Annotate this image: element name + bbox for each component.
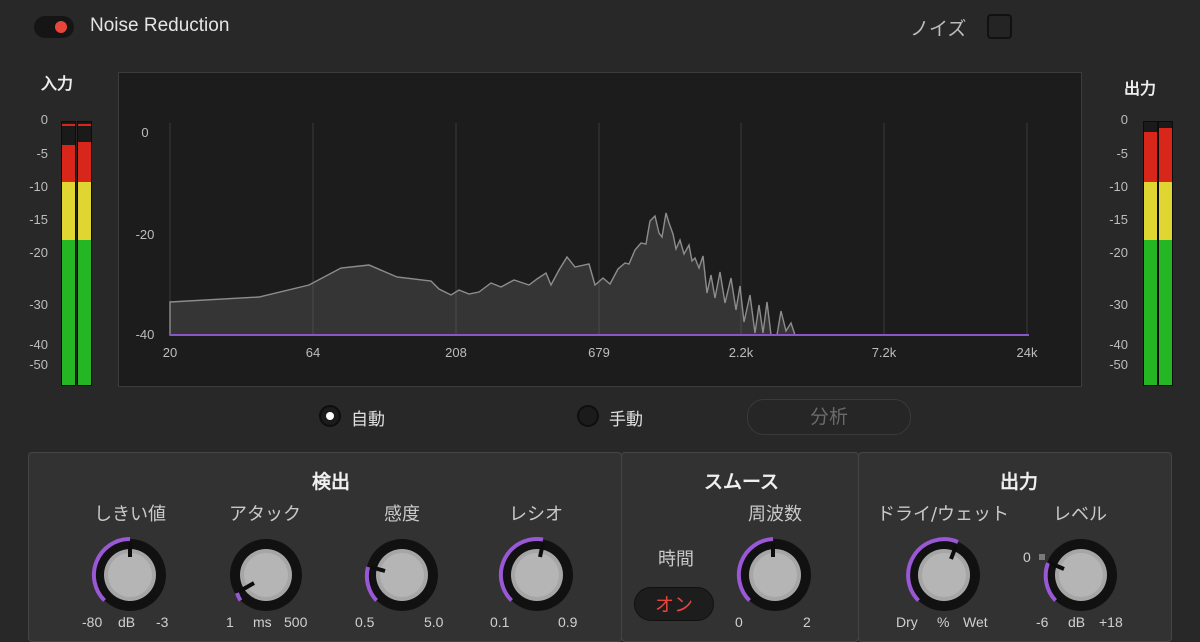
frequency-knob[interactable] <box>735 535 815 615</box>
plugin-title: Noise Reduction <box>90 15 230 36</box>
input-peak-right <box>78 124 91 126</box>
input-scale-tick: -20 <box>29 245 48 260</box>
attack-label: アタック <box>229 504 301 525</box>
spectrum-x-label: 2.2k <box>729 345 754 360</box>
level-min: -6 <box>1036 614 1049 630</box>
spectrum-svg: 0 -20 -40 20 64 208 679 2.2k 7.2k 24k <box>136 123 1038 360</box>
attack-knob[interactable] <box>226 535 306 615</box>
threshold-label: しきい値 <box>94 504 166 525</box>
threshold-min: -80 <box>82 614 103 630</box>
manual-radio[interactable] <box>577 405 599 427</box>
spectrum-y-label: -40 <box>136 327 155 342</box>
noise-label: ノイズ <box>910 18 967 40</box>
manual-label: 手動 <box>609 410 643 430</box>
spectrum-y-label: -20 <box>136 227 155 242</box>
analyze-button[interactable]: 分析 <box>747 399 911 435</box>
output-scale-tick: -5 <box>1116 146 1128 161</box>
spectrum-x-label: 679 <box>588 345 610 360</box>
input-scale-tick: -5 <box>36 146 48 161</box>
dry-wet-max: Wet <box>963 614 988 630</box>
output-section-title: 出力 <box>1000 471 1039 493</box>
time-on-button[interactable]: オン <box>634 587 714 621</box>
level-zero-mark: 0 <box>1023 549 1031 565</box>
dry-wet-min: Dry <box>896 614 918 630</box>
spectrum-x-label: 64 <box>306 345 320 360</box>
sensitivity-min: 0.5 <box>355 614 375 630</box>
level-label: レベル <box>1053 504 1107 525</box>
ratio-max: 0.9 <box>558 614 578 630</box>
spectrum-x-label: 208 <box>445 345 467 360</box>
dry-wet-knob[interactable] <box>904 535 984 615</box>
level-knob[interactable] <box>1041 535 1121 615</box>
spectrum-display: 0 -20 -40 20 64 208 679 2.2k 7.2k 24k <box>118 72 1082 387</box>
output-scale-tick: -15 <box>1109 212 1128 227</box>
input-meter-title: 入力 <box>41 74 74 93</box>
auto-label: 自動 <box>351 410 385 430</box>
input-scale-tick: -10 <box>29 179 48 194</box>
threshold-knob[interactable] <box>90 535 170 615</box>
output-meter-title: 出力 <box>1124 79 1157 98</box>
threshold-unit: dB <box>118 614 136 630</box>
noise-reduction-power-toggle[interactable] <box>34 16 74 38</box>
input-scale-tick: 0 <box>40 112 48 127</box>
output-meter-left <box>1143 121 1158 386</box>
ratio-knob[interactable] <box>497 535 577 615</box>
spectrum-x-label: 7.2k <box>872 345 897 360</box>
input-meter-left <box>61 121 76 386</box>
spectrum-y-label: 0 <box>141 125 148 140</box>
level-max: +18 <box>1099 614 1123 630</box>
detection-title: 検出 <box>312 471 351 493</box>
output-scale-tick: -40 <box>1109 337 1128 352</box>
frequency-label: 周波数 <box>748 504 802 525</box>
threshold-max: -3 <box>156 614 169 630</box>
input-scale-tick: -50 <box>29 357 48 372</box>
level-unit: dB <box>1068 614 1086 630</box>
input-scale-tick: -40 <box>29 337 48 352</box>
time-label: 時間 <box>658 549 694 570</box>
noise-checkbox[interactable] <box>987 14 1012 39</box>
input-peak-left <box>62 124 75 126</box>
output-scale-tick: -50 <box>1109 357 1128 372</box>
frequency-min: 0 <box>735 614 743 630</box>
smooth-title: スムース <box>704 471 780 493</box>
ratio-min: 0.1 <box>490 614 510 630</box>
attack-unit: ms <box>253 614 272 630</box>
output-scale-tick: 0 <box>1120 112 1128 127</box>
dry-wet-label: ドライ/ウェット <box>876 504 1010 525</box>
output-scale-tick: -30 <box>1109 297 1128 312</box>
power-indicator-dot <box>55 21 67 33</box>
input-scale-tick: -15 <box>29 212 48 227</box>
input-scale-tick: -30 <box>29 297 48 312</box>
dry-wet-unit: % <box>937 614 950 630</box>
sensitivity-max: 5.0 <box>424 614 444 630</box>
sensitivity-label: 感度 <box>384 504 420 525</box>
frequency-max: 2 <box>803 614 811 630</box>
input-meter-right <box>77 121 92 386</box>
spectrum-x-label: 24k <box>1017 345 1038 360</box>
attack-max: 500 <box>284 614 308 630</box>
sensitivity-knob[interactable] <box>362 535 442 615</box>
output-scale-tick: -20 <box>1109 245 1128 260</box>
output-scale-tick: -10 <box>1109 179 1128 194</box>
attack-min: 1 <box>226 614 234 630</box>
output-meter-right <box>1158 121 1173 386</box>
ratio-label: レシオ <box>509 504 563 525</box>
auto-radio[interactable] <box>319 405 341 427</box>
spectrum-x-label: 20 <box>163 345 177 360</box>
